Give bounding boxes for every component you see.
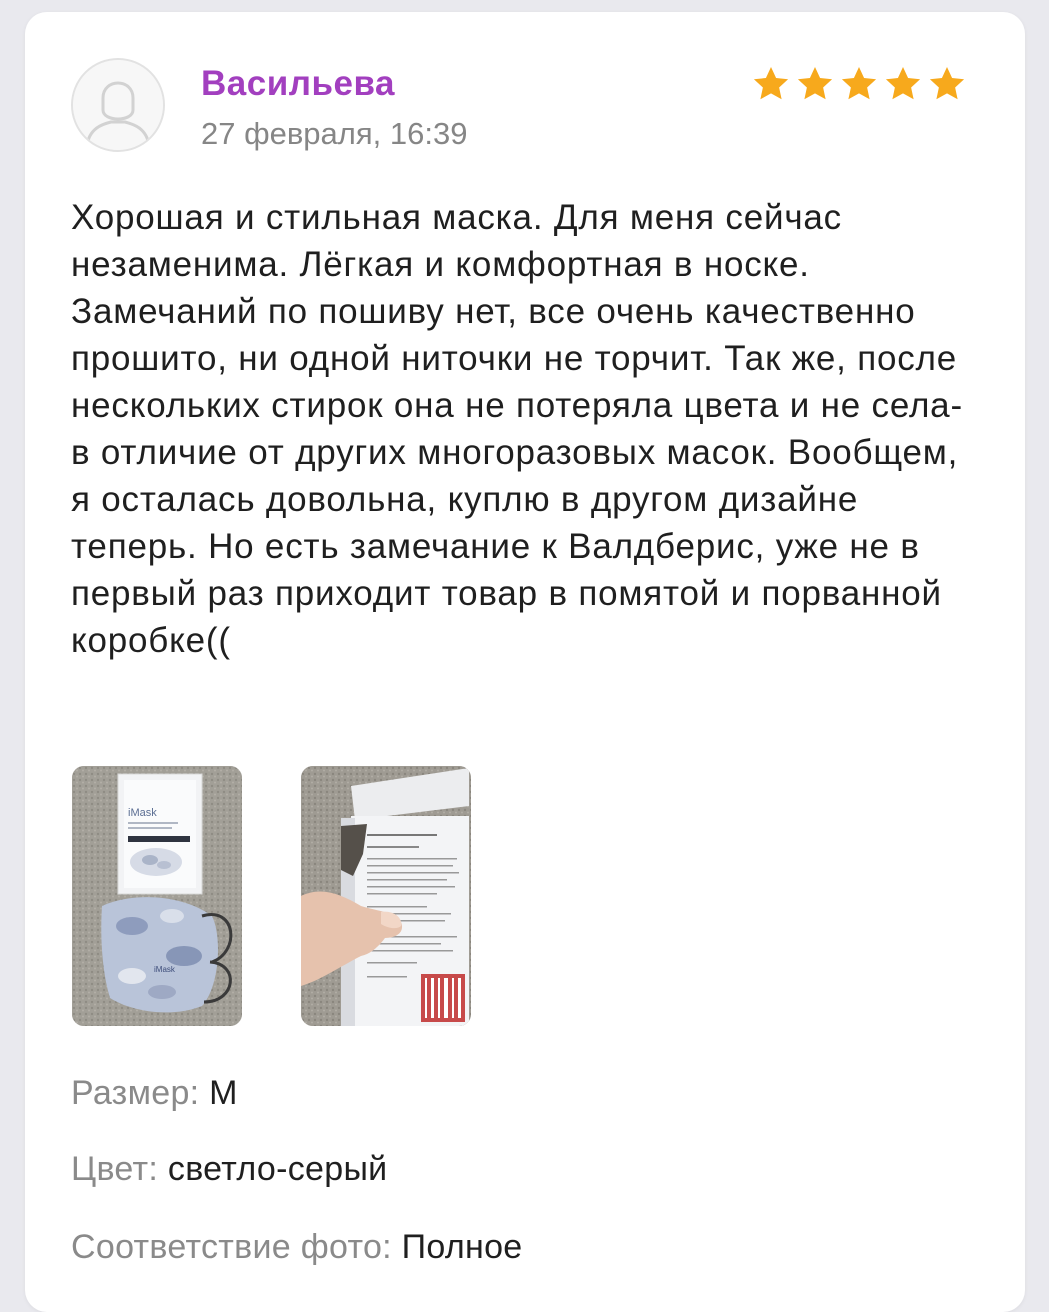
star-rating [751, 64, 967, 104]
star-icon [753, 67, 789, 100]
review-photo-2[interactable]: iMask [301, 766, 471, 1026]
avatar [71, 58, 165, 152]
review-card: Васильева 27 февраля, 16:39 Хорошая и ст… [25, 12, 1025, 1312]
attribute-size-label: Размер: [71, 1074, 200, 1112]
star-icon [929, 67, 965, 100]
attribute-color: Цвет: светло-серый [71, 1150, 387, 1189]
attribute-size: Размер: M [71, 1074, 238, 1113]
author-name: Васильева [201, 64, 395, 103]
photo-box-instructions: iMask [301, 766, 471, 1026]
svg-text:iMask: iMask [154, 965, 176, 974]
svg-text:iMask: iMask [128, 807, 157, 819]
review-text: Хорошая и стильная маска. Для меня сейча… [71, 198, 963, 660]
attribute-color-value: светло-серый [167, 1150, 388, 1188]
attribute-color-label: Цвет: [71, 1150, 159, 1188]
review-photo-1[interactable]: iMask iMask [72, 766, 242, 1026]
attribute-photo-match-value: Полное [401, 1228, 523, 1266]
photo-box-and-mask: iMask iMask [72, 766, 242, 1026]
star-icon [797, 67, 833, 100]
attribute-photo-match: Соответствие фото: Полное [71, 1228, 523, 1267]
attribute-size-value: M [209, 1074, 238, 1112]
star-icon [885, 67, 921, 100]
attribute-photo-match-label: Соответствие фото: [71, 1228, 392, 1266]
star-icon [841, 67, 877, 100]
review-date: 27 февраля, 16:39 [201, 116, 468, 151]
user-avatar-placeholder-icon [73, 60, 163, 150]
